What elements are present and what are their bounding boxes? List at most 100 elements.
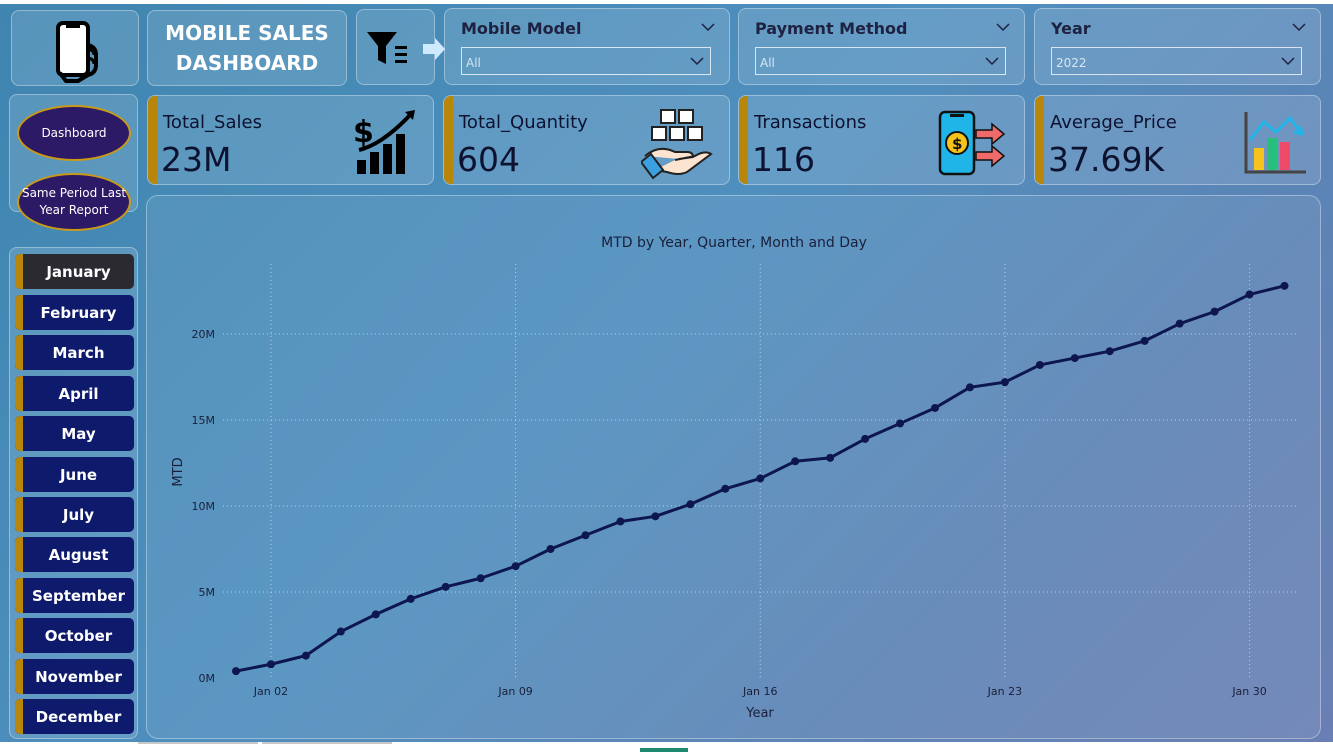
- window-bottom-edge: [0, 742, 1333, 752]
- month-label: January: [46, 262, 111, 281]
- year-slicer[interactable]: Year 2022: [1034, 8, 1321, 85]
- dashboard-title: MOBILE SALES DASHBOARD: [147, 10, 347, 86]
- kpi-card-transactions: Transactions 116 $: [738, 95, 1025, 185]
- data-point: [1210, 307, 1219, 316]
- month-button-december[interactable]: December: [15, 699, 134, 734]
- kpi-card-total-sales: Total_Sales 23M $: [147, 95, 434, 185]
- sply-label-line1: Same Period Last: [21, 186, 127, 200]
- chevron-down-icon: [1281, 57, 1295, 66]
- month-label: June: [59, 465, 98, 484]
- data-point: [1070, 354, 1079, 363]
- month-accent-bar: [15, 537, 23, 572]
- month-label: September: [32, 586, 125, 605]
- sales-growth-icon: $: [353, 110, 415, 174]
- data-point: [756, 474, 765, 483]
- month-label: April: [58, 384, 99, 403]
- kpi-accent-bar: [444, 96, 453, 184]
- data-point: [371, 610, 380, 619]
- sply-report-nav-button[interactable]: Same Period Last Year Report: [17, 173, 131, 231]
- month-label: October: [44, 626, 113, 645]
- month-button-october[interactable]: October: [15, 618, 134, 653]
- sply-label-line2: Year Report: [39, 203, 109, 217]
- dashboard-nav-label: Dashboard: [41, 125, 107, 140]
- data-point: [861, 434, 870, 443]
- data-point: [441, 582, 450, 591]
- year-dropdown[interactable]: 2022: [1051, 47, 1302, 75]
- payment-method-slicer[interactable]: Payment Method All: [738, 8, 1025, 85]
- x-tick-label: Jan 02: [253, 685, 288, 698]
- month-button-february[interactable]: February: [15, 295, 134, 330]
- chevron-down-icon[interactable]: [701, 23, 715, 32]
- data-point: [266, 660, 275, 669]
- mobile-model-slicer[interactable]: Mobile Model All: [444, 8, 730, 85]
- dropdown-value: 2022: [1056, 56, 1087, 70]
- kpi-accent-bar: [148, 96, 157, 184]
- data-point: [686, 500, 695, 509]
- y-axis-ticks: 0M 5M 10M 15M 20M: [192, 328, 216, 685]
- x-tick-label: Jan 09: [497, 685, 532, 698]
- month-button-august[interactable]: August: [15, 537, 134, 572]
- data-point: [1105, 347, 1114, 356]
- slicer-label: Mobile Model: [461, 19, 582, 38]
- data-point: [546, 545, 555, 553]
- month-button-july[interactable]: July: [15, 497, 134, 532]
- y-tick-label: 20M: [192, 328, 216, 341]
- mobile-model-dropdown[interactable]: All: [461, 47, 711, 75]
- data-point: [826, 453, 835, 462]
- data-point: [1280, 281, 1289, 290]
- month-button-april[interactable]: April: [15, 376, 134, 411]
- data-point: [931, 403, 939, 412]
- chevron-down-icon: [985, 57, 999, 66]
- month-button-may[interactable]: May: [15, 416, 134, 451]
- chevron-down-icon[interactable]: [996, 23, 1010, 32]
- month-label: February: [40, 303, 117, 322]
- data-point: [651, 512, 660, 521]
- y-axis-label: MTD: [171, 457, 186, 486]
- data-point: [1175, 319, 1184, 328]
- kpi-value: 37.69K: [1048, 140, 1165, 179]
- dashboard-nav-button[interactable]: Dashboard: [17, 105, 131, 161]
- y-tick-label: 5M: [199, 586, 216, 599]
- kpi-card-total-quantity: Total_Quantity 604: [443, 95, 730, 185]
- month-button-september[interactable]: September: [15, 578, 134, 613]
- data-point: [232, 667, 240, 676]
- month-button-june[interactable]: June: [15, 457, 134, 492]
- month-label: March: [52, 343, 105, 362]
- data-point: [896, 419, 905, 428]
- month-accent-bar: [15, 457, 23, 492]
- chevron-down-icon[interactable]: [1292, 23, 1306, 32]
- month-label: May: [61, 424, 96, 443]
- month-button-march[interactable]: March: [15, 335, 134, 370]
- kpi-accent-bar: [739, 96, 748, 184]
- data-point: [406, 594, 415, 603]
- month-accent-bar: [15, 254, 23, 289]
- svg-text:$: $: [952, 135, 962, 153]
- month-label: July: [62, 505, 95, 524]
- month-accent-bar: [15, 335, 23, 370]
- kpi-name: Total_Sales: [163, 112, 262, 133]
- x-tick-label: Jan 30: [1231, 685, 1266, 698]
- kpi-value: 23M: [161, 140, 232, 179]
- title-line-2: DASHBOARD: [175, 51, 319, 75]
- smartphone-hand-icon: [56, 21, 98, 83]
- month-button-november[interactable]: November: [15, 659, 134, 694]
- kpi-name: Total_Quantity: [459, 112, 588, 133]
- data-point: [581, 531, 590, 540]
- month-button-january[interactable]: January: [15, 254, 134, 289]
- data-point: [616, 517, 625, 526]
- data-point: [301, 651, 310, 660]
- kpi-accent-bar: [1035, 96, 1044, 184]
- payment-method-dropdown[interactable]: All: [755, 47, 1006, 75]
- data-point: [965, 383, 974, 392]
- x-tick-label: Jan 16: [742, 685, 777, 698]
- x-axis-ticks: Jan 02 Jan 09 Jan 16 Jan 23 Jan 30: [253, 685, 1267, 698]
- month-accent-bar: [15, 416, 23, 451]
- month-label: August: [48, 545, 109, 564]
- bar-chart-icon: [1244, 112, 1306, 174]
- mtd-line-chart: MTD by Year, Quarter, Month and Day 0M 5M…: [171, 235, 1297, 721]
- phone-icon-tile: [11, 10, 139, 86]
- data-point: [511, 562, 520, 571]
- slicer-label: Payment Method: [755, 19, 908, 38]
- data-point: [476, 574, 485, 583]
- dropdown-value: All: [466, 56, 481, 70]
